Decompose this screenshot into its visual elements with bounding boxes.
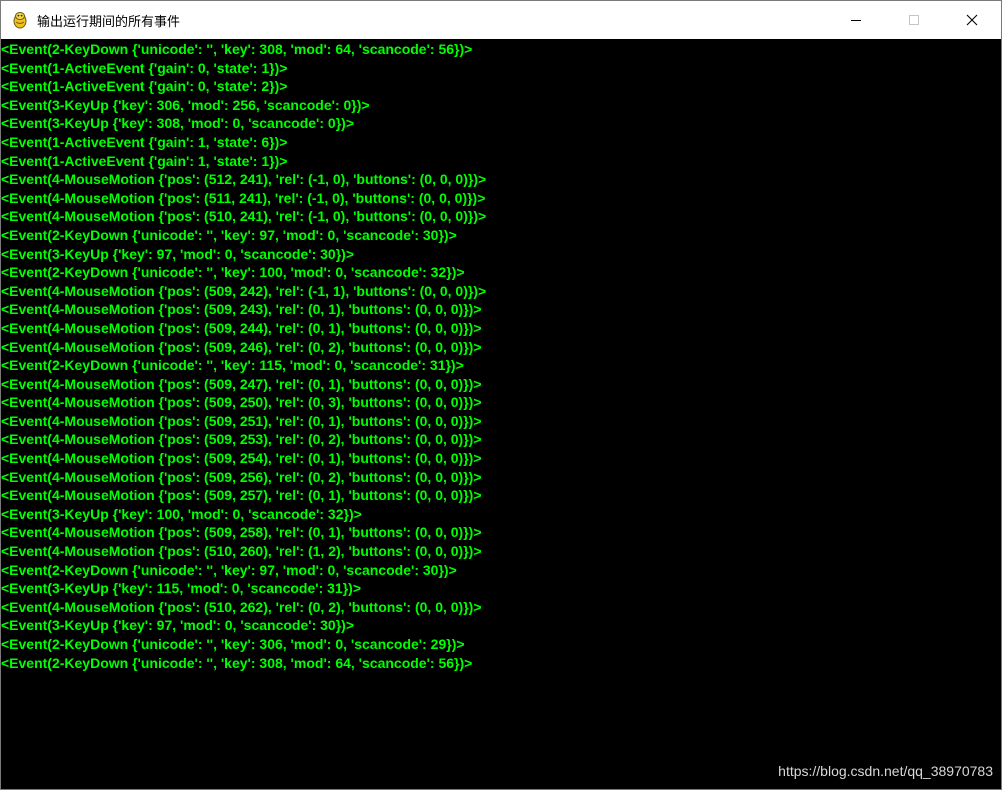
log-line: <Event(2-KeyDown {'unicode': '', 'key': … [1, 264, 465, 281]
log-line: <Event(2-KeyDown {'unicode': '', 'key': … [1, 654, 473, 671]
log-line: <Event(3-KeyUp {'key': 306, 'mod': 256, … [1, 96, 370, 113]
close-icon [966, 14, 978, 26]
log-line: <Event(4-MouseMotion {'pos': (510, 262),… [1, 598, 482, 615]
log-line: <Event(2-KeyDown {'unicode': '', 'key': … [1, 41, 473, 57]
log-line: <Event(4-MouseMotion {'pos': (512, 241),… [1, 171, 487, 188]
maximize-button[interactable] [885, 1, 943, 39]
log-line: <Event(3-KeyUp {'key': 308, 'mod': 0, 's… [1, 115, 354, 132]
log-line: <Event(4-MouseMotion {'pos': (509, 246),… [1, 338, 482, 355]
log-line: <Event(4-MouseMotion {'pos': (511, 241),… [1, 189, 486, 206]
log-line: <Event(1-ActiveEvent {'gain': 1, 'state'… [1, 152, 288, 169]
log-line: <Event(4-MouseMotion {'pos': (509, 254),… [1, 450, 482, 467]
log-line: <Event(4-MouseMotion {'pos': (509, 250),… [1, 394, 482, 411]
event-console: <Event(2-KeyDown {'unicode': '', 'key': … [1, 40, 1001, 789]
log-line: <Event(4-MouseMotion {'pos': (509, 251),… [1, 412, 482, 429]
log-line: <Event(3-KeyUp {'key': 115, 'mod': 0, 's… [1, 580, 362, 597]
log-line: <Event(3-KeyUp {'key': 100, 'mod': 0, 's… [1, 505, 362, 522]
log-line: <Event(4-MouseMotion {'pos': (509, 244),… [1, 319, 482, 336]
log-line: <Event(4-MouseMotion {'pos': (510, 260),… [1, 543, 482, 560]
log-line: <Event(4-MouseMotion {'pos': (509, 258),… [1, 524, 482, 541]
log-line: <Event(4-MouseMotion {'pos': (509, 242),… [1, 282, 487, 299]
window-title: 输出运行期间的所有事件 [37, 14, 181, 30]
pygame-snake-icon [13, 12, 27, 29]
log-line: <Event(1-ActiveEvent {'gain': 1, 'state'… [1, 133, 288, 150]
log-line: <Event(2-KeyDown {'unicode': '', 'key': … [1, 226, 457, 243]
log-line: <Event(1-ActiveEvent {'gain': 0, 'state'… [1, 78, 288, 95]
log-line: <Event(2-KeyDown {'unicode': '', 'key': … [1, 561, 457, 578]
minimize-icon [851, 20, 861, 21]
log-line: <Event(4-MouseMotion {'pos': (509, 257),… [1, 487, 482, 504]
watermark: https://blog.csdn.net/qq_38970783 [778, 763, 993, 779]
log-line: <Event(3-KeyUp {'key': 97, 'mod': 0, 'sc… [1, 245, 354, 262]
log-line: <Event(2-KeyDown {'unicode': '', 'key': … [1, 357, 464, 374]
app-window: 输出运行期间的所有事件 <Event(2-KeyDown {'unicode':… [0, 0, 1002, 790]
event-log: <Event(2-KeyDown {'unicode': '', 'key': … [1, 40, 1001, 672]
log-line: <Event(4-MouseMotion {'pos': (510, 241),… [1, 208, 487, 225]
log-line: <Event(3-KeyUp {'key': 97, 'mod': 0, 'sc… [1, 617, 354, 634]
close-button[interactable] [943, 1, 1001, 39]
minimize-button[interactable] [827, 1, 885, 39]
log-line: <Event(4-MouseMotion {'pos': (509, 256),… [1, 468, 482, 485]
maximize-icon [909, 15, 919, 25]
title-bar[interactable]: 输出运行期间的所有事件 [1, 1, 1001, 39]
log-line: <Event(4-MouseMotion {'pos': (509, 247),… [1, 375, 482, 392]
log-line: <Event(4-MouseMotion {'pos': (509, 243),… [1, 301, 482, 318]
log-line: <Event(4-MouseMotion {'pos': (509, 253),… [1, 431, 482, 448]
log-line: <Event(2-KeyDown {'unicode': '', 'key': … [1, 636, 465, 652]
window-controls [827, 1, 1001, 39]
log-line: <Event(1-ActiveEvent {'gain': 0, 'state'… [1, 59, 288, 76]
